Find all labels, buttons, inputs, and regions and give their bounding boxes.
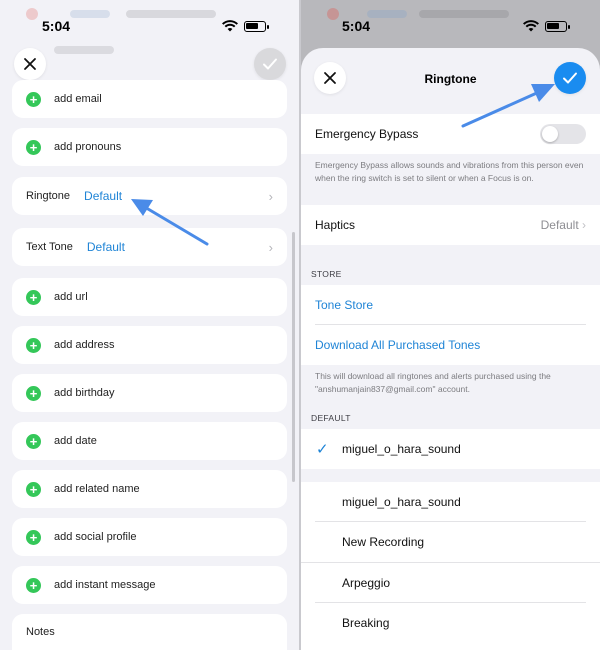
plus-icon: + [26, 289, 41, 305]
plus-icon: + [26, 385, 41, 401]
row-label: add email [54, 93, 102, 105]
add-instant-message-row[interactable]: + add instant message [12, 566, 287, 604]
done-button[interactable] [254, 48, 286, 80]
emergency-bypass-group: Emergency Bypass [301, 114, 600, 154]
tone-row[interactable]: miguel_o_hara_sound [301, 482, 600, 522]
row-label: add related name [54, 483, 140, 495]
text-tone-label: Text Tone [26, 241, 73, 253]
tone-row[interactable]: Arpeggio [301, 563, 600, 603]
emergency-bypass-label: Emergency Bypass [315, 127, 419, 141]
chevron-right-icon: › [582, 218, 586, 232]
haptics-label: Haptics [315, 218, 356, 232]
close-icon [24, 58, 36, 70]
tone-store-link[interactable]: Tone Store [301, 285, 600, 325]
ringtone-label: Ringtone [26, 190, 71, 202]
tone-label: miguel_o_hara_sound [342, 495, 461, 509]
toggle-knob [542, 126, 558, 142]
text-tone-value: Default [86, 240, 125, 254]
haptics-group: Haptics Default › [301, 205, 600, 245]
confirm-button[interactable] [554, 62, 586, 94]
tones-list: miguel_o_hara_sound New Recording Arpegg… [301, 482, 600, 650]
plus-icon: + [26, 577, 41, 593]
screenshot-root: 5:04 + add email + add pronouns Ringtone… [0, 0, 600, 650]
emergency-bypass-toggle[interactable] [540, 124, 586, 144]
add-birthday-row[interactable]: + add birthday [12, 374, 287, 412]
add-date-row[interactable]: + add date [12, 422, 287, 460]
row-label: add social profile [54, 531, 137, 543]
checkmark-icon [263, 58, 277, 70]
plus-icon: + [26, 481, 41, 497]
ringtone-sheet: Ringtone Emergency Bypass Emergency Bypa… [301, 48, 600, 650]
row-label: add address [54, 339, 115, 351]
plus-icon: + [26, 337, 41, 353]
row-label: add birthday [54, 387, 115, 399]
row-label: add instant message [54, 579, 156, 591]
add-related-name-row[interactable]: + add related name [12, 470, 287, 508]
download-all-tones-link[interactable]: Download All Purchased Tones [301, 325, 600, 365]
notes-label: Notes [26, 626, 55, 638]
haptics-value: Default › [541, 218, 586, 232]
tone-label: Breaking [342, 616, 390, 630]
close-button[interactable] [14, 48, 46, 80]
row-label: add date [54, 435, 97, 447]
notes-field[interactable]: Notes [12, 614, 287, 650]
plus-icon: + [26, 139, 41, 155]
tone-label: New Recording [342, 535, 425, 549]
selected-tone-row[interactable]: ✓ miguel_o_hara_sound [301, 429, 600, 469]
checkmark-icon [563, 72, 577, 84]
tone-row[interactable]: Breaking [301, 603, 600, 643]
haptics-value-text: Default [540, 218, 579, 232]
store-group: Tone Store Download All Purchased Tones [301, 285, 600, 365]
text-tone-row[interactable]: Text Tone Default › [12, 228, 287, 266]
emergency-bypass-note: Emergency Bypass allows sounds and vibra… [315, 160, 584, 183]
ringtone-screen: 5:04 Ringtone Emergency Bypass Emergency… [301, 0, 600, 650]
tone-row[interactable]: New Recording [301, 522, 600, 562]
default-header: DEFAULT [311, 413, 351, 423]
status-icons [523, 20, 570, 32]
battery-icon [244, 20, 269, 32]
plus-icon: + [26, 91, 41, 107]
edit-contact-screen: 5:04 + add email + add pronouns Ringtone… [0, 0, 299, 650]
selected-tone-label: miguel_o_hara_sound [342, 442, 461, 456]
status-time: 5:04 [342, 18, 371, 34]
row-label: add url [54, 291, 88, 303]
plus-icon: + [26, 529, 41, 545]
wifi-icon [523, 20, 539, 32]
chevron-right-icon: › [268, 239, 273, 255]
battery-icon [545, 20, 570, 32]
status-icons [222, 20, 269, 32]
ringtone-value: Default [84, 189, 123, 203]
row-label: add pronouns [54, 141, 122, 153]
store-header: STORE [311, 269, 342, 279]
plus-icon: + [26, 433, 41, 449]
default-tone-group: ✓ miguel_o_hara_sound [301, 429, 600, 469]
selected-checkmark-icon: ✓ [316, 441, 329, 458]
add-social-profile-row[interactable]: + add social profile [12, 518, 287, 556]
download-note: This will download all ringtones and ale… [315, 371, 551, 394]
scrollbar[interactable] [292, 232, 295, 482]
add-address-row[interactable]: + add address [12, 326, 287, 364]
wifi-icon [222, 20, 238, 32]
haptics-row[interactable]: Haptics Default › [301, 205, 600, 245]
emergency-bypass-row: Emergency Bypass [301, 114, 600, 154]
chevron-right-icon: › [268, 188, 273, 204]
add-url-row[interactable]: + add url [12, 278, 287, 316]
tone-label: Arpeggio [342, 576, 391, 590]
add-pronouns-row[interactable]: + add pronouns [12, 128, 287, 166]
status-time: 5:04 [42, 18, 71, 34]
add-email-row[interactable]: + add email [12, 80, 287, 118]
ringtone-row[interactable]: Ringtone Default › [12, 177, 287, 215]
